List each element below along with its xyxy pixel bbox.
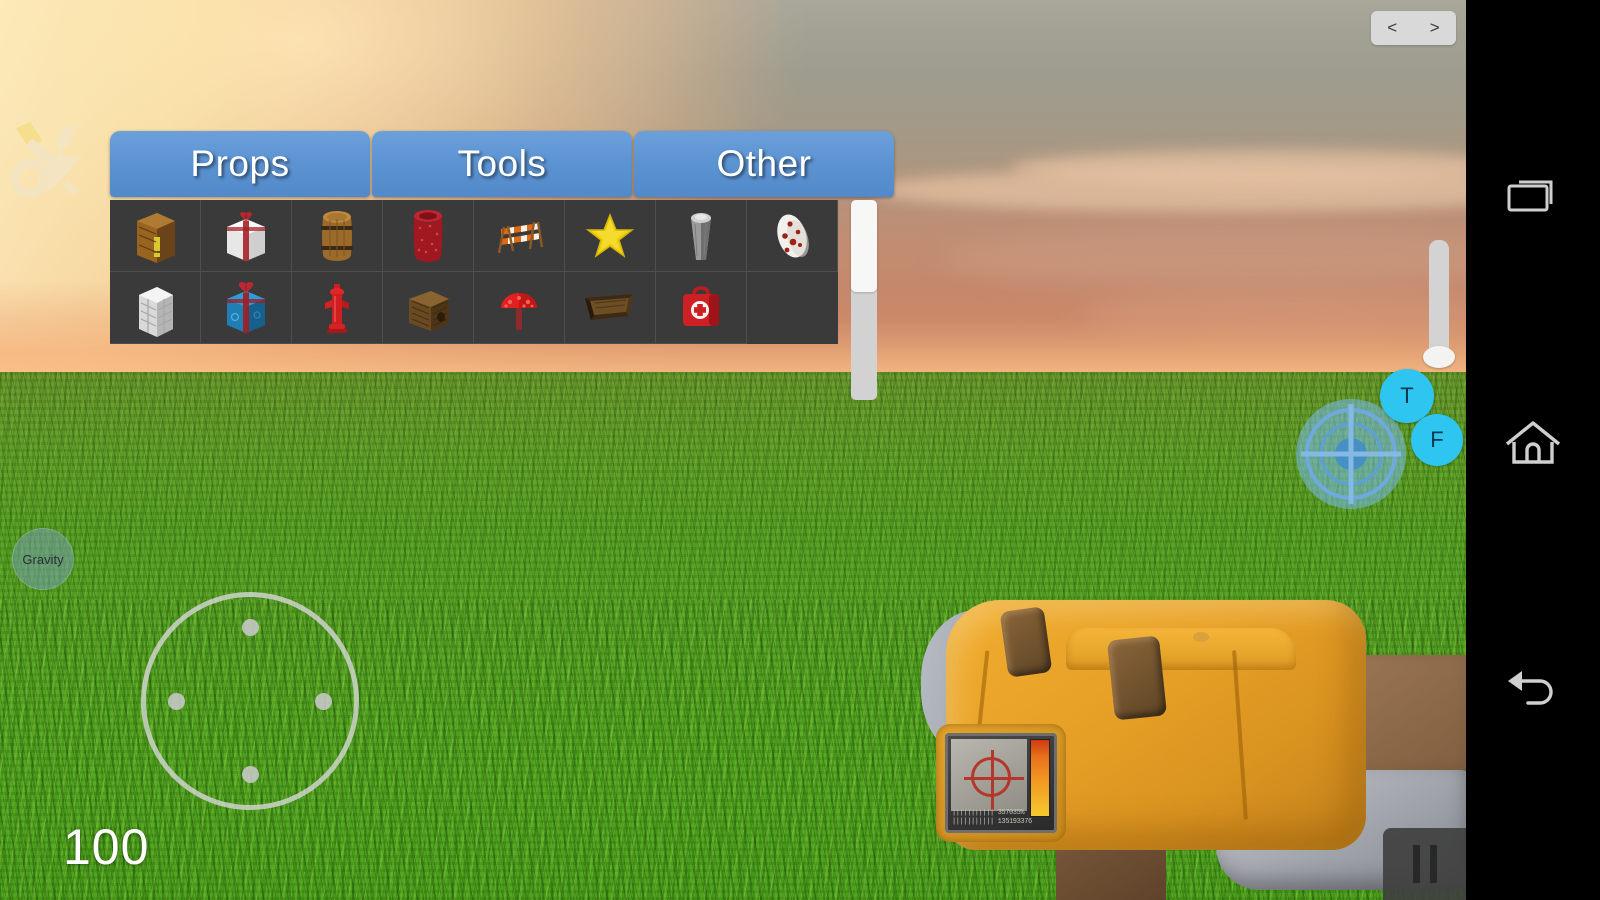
prop-item-wooden-barrel[interactable] [292,200,383,272]
gun-knob [1106,635,1168,721]
gun-notch [1193,632,1209,642]
tab-other[interactable]: Other [634,131,894,197]
gun-display-frame: ||||||||||| 357035% ||||||||||| 13519337… [936,724,1066,842]
prop-item-red-mushroom[interactable] [474,272,565,344]
pause-icon-bar [1412,845,1420,883]
pause-button[interactable] [1383,828,1466,900]
gun-display: ||||||||||| 357035% ||||||||||| 13519337… [945,733,1057,833]
game-screen: ||||||||||| 357035% ||||||||||| 13519337… [0,0,1600,900]
prop-item-yellow-star[interactable] [565,200,656,272]
home-button[interactable] [1466,398,1600,488]
prev-page-button[interactable]: < [1371,11,1414,45]
palette-grid-wrapper [110,200,894,400]
prop-item-blue-gift-box[interactable] [201,272,292,344]
gravity-button-label: Gravity [22,551,64,567]
dpad-up-dot[interactable] [241,619,259,636]
page-nav-arrows[interactable]: < > [1371,11,1456,45]
prop-palette[interactable]: Props Tools Other [110,131,894,400]
tab-tools[interactable]: Tools [372,131,632,197]
game-viewport[interactable]: ||||||||||| 357035% ||||||||||| 13519337… [0,0,1466,900]
gun-display-readout: ||||||||||| 357035% ||||||||||| 13519337… [952,809,1032,826]
movement-dpad[interactable] [141,592,359,810]
cloud-band [940,228,1466,288]
gun-top-plate [1066,628,1296,670]
action-button-t-label: T [1400,383,1414,408]
palette-tab-bar[interactable]: Props Tools Other [110,131,894,197]
back-icon [1508,671,1553,705]
recents-button[interactable] [1466,150,1600,240]
crosshair-icon [964,750,1024,810]
back-button[interactable] [1466,642,1600,732]
action-button-f-label: F [1430,427,1444,452]
prop-item-first-aid-kit[interactable] [656,272,747,344]
prop-item-white-gift-box[interactable] [201,200,292,272]
tab-props-label: Props [190,143,290,184]
dpad-down-dot[interactable] [241,766,259,783]
zoom-slider-thumb[interactable] [1423,346,1455,368]
prop-item-road-barricade[interactable] [474,200,565,272]
prop-item-empty-slot [747,272,838,344]
tab-other-label: Other [716,143,812,184]
tab-tools-label: Tools [457,143,547,184]
gun-knob [999,606,1053,678]
prop-item-wooden-trough[interactable] [565,272,656,344]
gravity-toggle-button[interactable]: Gravity [12,528,74,590]
action-button-t[interactable]: T [1380,369,1434,423]
prop-item-white-locker[interactable] [110,272,201,344]
palette-scrollbar-thumb[interactable] [851,200,877,292]
home-icon [1505,421,1561,464]
dpad-right-dot[interactable] [315,692,332,710]
gun-display-viewfinder [951,739,1027,811]
prop-item-wooden-crate[interactable] [110,200,201,272]
prop-item-grid[interactable] [110,200,838,344]
prop-item-wooden-log[interactable] [383,272,474,344]
prop-item-red-barrel[interactable] [383,200,474,272]
pause-icon-bar [1429,845,1437,883]
wrench-screwdriver-icon[interactable] [8,116,96,200]
prop-item-spotted-egg[interactable] [747,200,838,272]
tab-props[interactable]: Props [110,131,370,197]
prop-item-stone-cone[interactable] [656,200,747,272]
action-button-f[interactable]: F [1411,414,1463,466]
palette-scrollbar[interactable] [851,200,877,400]
gun-power-bar [1030,739,1050,817]
dpad-left-dot[interactable] [168,692,185,710]
crosshair-icon [1301,404,1401,504]
prop-item-fire-hydrant[interactable] [292,272,383,344]
zoom-slider[interactable] [1423,240,1455,368]
ammo-counter: 100 [63,819,150,875]
next-page-button[interactable]: > [1414,11,1457,45]
recents-icon [1507,180,1553,212]
android-navigation-bar [1466,0,1600,900]
